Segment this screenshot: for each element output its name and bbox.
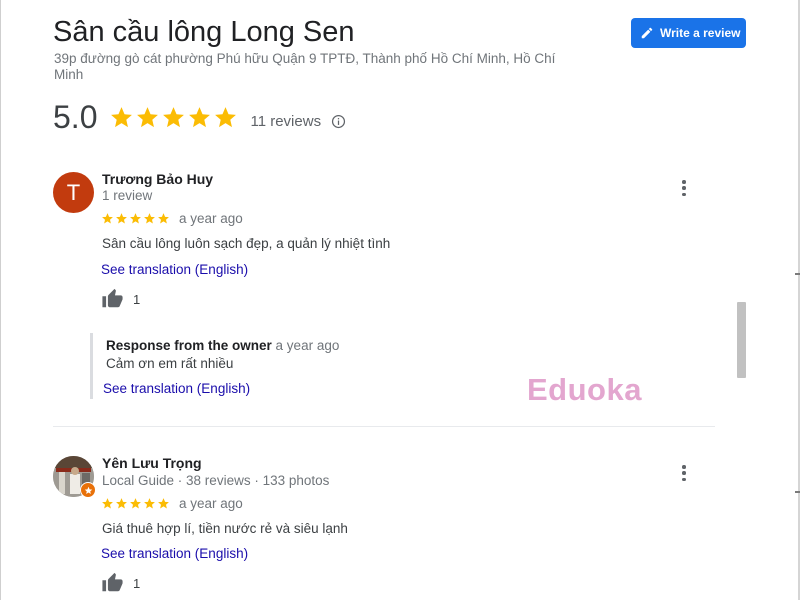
star-icon	[116, 213, 127, 224]
star-icon	[111, 106, 133, 127]
place-address: 39p đường gò cát phường Phú hữu Quận 9 T…	[54, 51, 556, 82]
owner-response-title: Response from the owner	[106, 338, 272, 353]
reviewer-meta: Local Guide · 38 reviews · 133 photos	[102, 473, 330, 488]
star-icon	[189, 106, 211, 127]
reviewer-avatar[interactable]: T	[53, 172, 94, 213]
write-review-label: Write a review	[660, 26, 741, 40]
like-row: 1	[101, 572, 140, 594]
like-count: 1	[133, 575, 141, 591]
see-translation-link[interactable]: See translation (English)	[101, 546, 248, 561]
reviewer-name[interactable]: Yên Lưu Trọng	[102, 455, 202, 471]
like-row: 1	[101, 288, 140, 310]
review-text: Giá thuê hợp lí, tiền nước rẻ và siêu lạ…	[102, 521, 348, 536]
star-icon	[144, 498, 155, 509]
owner-response-header: Response from the owner a year ago	[106, 338, 339, 353]
rating-stars	[109, 105, 238, 130]
more-options-button[interactable]	[678, 463, 690, 483]
thumbs-up-icon[interactable]	[101, 572, 124, 594]
review-rating-row: a year ago	[101, 211, 243, 226]
see-translation-link[interactable]: See translation (English)	[101, 262, 248, 277]
owner-see-translation-link[interactable]: See translation (English)	[103, 381, 250, 396]
owner-response-date: a year ago	[275, 338, 340, 353]
watermark-logo: Eduoka	[527, 372, 642, 407]
pencil-icon	[641, 27, 653, 39]
more-vert-icon	[682, 180, 686, 184]
like-count: 1	[133, 291, 141, 307]
write-review-button[interactable]: Write a review	[631, 18, 746, 48]
review-stars	[101, 497, 170, 510]
review-text: Sân cầu lông luôn sạch đẹp, a quản lý nh…	[102, 236, 391, 251]
more-options-button[interactable]	[678, 178, 690, 198]
thumbs-up-icon[interactable]	[101, 288, 124, 310]
star-icon	[116, 498, 127, 509]
star-icon	[158, 213, 169, 224]
review-divider	[53, 426, 715, 427]
info-icon[interactable]	[331, 114, 346, 129]
reviewer-name[interactable]: Trương Bảo Huy	[102, 171, 213, 187]
review-stars	[101, 212, 170, 225]
owner-response-text: Cảm ơn em rất nhiều	[106, 356, 234, 371]
star-icon	[137, 106, 159, 127]
star-icon	[158, 498, 169, 509]
review-rating-row: a year ago	[101, 496, 243, 511]
more-vert-icon	[682, 465, 686, 469]
reviewer-meta: 1 review	[102, 188, 153, 203]
review-date: a year ago	[179, 211, 243, 226]
local-guide-badge-icon	[80, 482, 96, 498]
star-icon	[130, 213, 141, 224]
star-icon	[102, 498, 113, 509]
review-count-link[interactable]: 11 reviews	[250, 113, 321, 130]
rating-value: 5.0	[53, 98, 98, 135]
window-edge-left	[0, 0, 1, 600]
star-icon	[144, 213, 155, 224]
star-icon	[102, 213, 113, 224]
place-title: Sân cầu lông Long Sen	[53, 16, 355, 48]
review-date: a year ago	[179, 496, 243, 511]
scrollbar-thumb[interactable]	[737, 302, 746, 378]
star-icon	[163, 106, 185, 127]
star-icon	[215, 106, 237, 127]
star-icon	[130, 498, 141, 509]
rating-summary: 5.0 11 reviews	[53, 97, 346, 137]
